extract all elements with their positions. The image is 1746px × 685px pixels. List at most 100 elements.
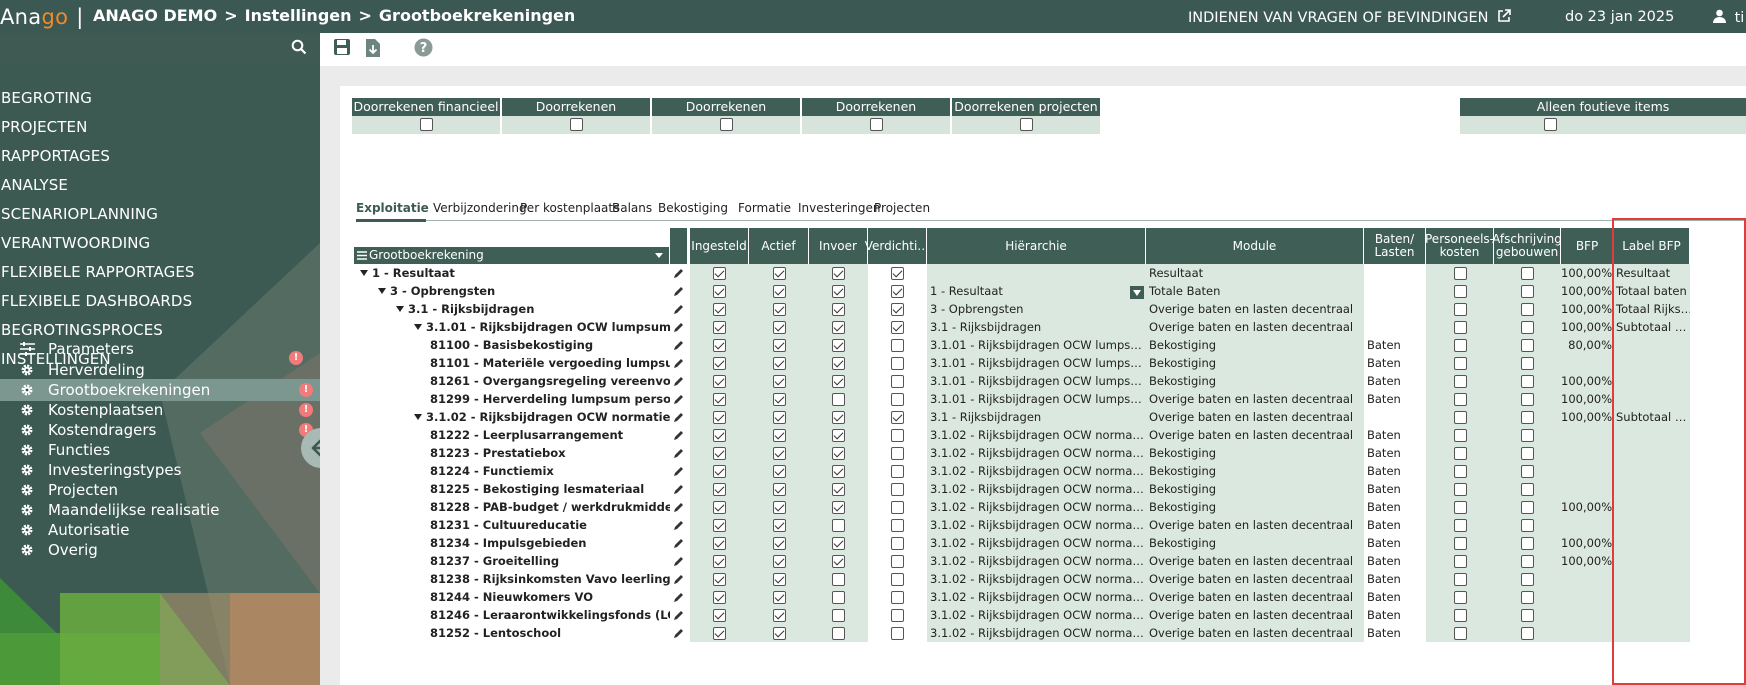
cell-hierarchie[interactable]: 3.1.02 - Rijksbijdragen OCW norma… <box>927 480 1146 498</box>
cell-label-bfp[interactable] <box>1614 354 1690 372</box>
cell-module[interactable]: Totale Baten <box>1146 282 1364 300</box>
edit-cell[interactable] <box>670 336 688 354</box>
checkbox-pk[interactable] <box>1453 392 1467 406</box>
checkbox-act[interactable] <box>772 464 786 478</box>
checkbox-ing[interactable] <box>713 572 726 586</box>
cell-baten-lasten[interactable] <box>1364 264 1426 282</box>
checkbox-ver[interactable] <box>891 302 904 316</box>
edit-icon[interactable] <box>673 285 685 297</box>
checkbox-af[interactable] <box>1521 356 1534 370</box>
column-personeelskosten[interactable]: Personeels-kosten <box>1425 228 1494 264</box>
cell-label-bfp[interactable] <box>1614 498 1690 516</box>
checkbox-inv[interactable] <box>832 302 845 316</box>
save-icon[interactable] <box>333 38 351 56</box>
table-row[interactable]: 81222 - Leerplusarrangement 3.1.02 - Rijk… <box>354 426 1746 444</box>
table-row[interactable]: 81237 - Groeitelling 3.1.02 - Rijksbijdra… <box>354 552 1746 570</box>
checkbox-act[interactable] <box>772 626 786 640</box>
account-name-cell[interactable]: 81246 - Leraarontwikkelingsfonds (LOF) <box>354 606 670 624</box>
cell-bfp[interactable] <box>1561 462 1614 480</box>
calc-option-checkbox[interactable] <box>720 118 733 131</box>
cell-baten-lasten[interactable]: Baten <box>1364 606 1426 624</box>
checkbox-pk[interactable] <box>1453 500 1467 514</box>
account-name-cell[interactable]: 81234 - Impulsgebieden <box>354 534 670 552</box>
table-row[interactable]: 3 - Opbrengsten 1 - Resultaat Totale Baten… <box>354 282 1746 300</box>
column-actief[interactable]: Actief <box>749 228 809 264</box>
cell-baten-lasten[interactable] <box>1364 318 1426 336</box>
table-row[interactable]: 81244 - Nieuwkomers VO 3.1.02 - Rijksbijd… <box>354 588 1746 606</box>
cell-bfp[interactable]: 100,00% <box>1561 372 1614 390</box>
only-errors-checkbox[interactable] <box>1544 118 1557 131</box>
checkbox-ver[interactable] <box>891 410 904 424</box>
edit-cell[interactable] <box>670 426 688 444</box>
edit-cell[interactable] <box>670 462 688 480</box>
account-name-cell[interactable]: 81299 - Herverdeling lumpsum personeel… <box>354 390 670 408</box>
table-row[interactable]: 81234 - Impulsgebieden 3.1.02 - Rijksbijd… <box>354 534 1746 552</box>
cell-baten-lasten[interactable]: Baten <box>1364 624 1426 642</box>
cell-baten-lasten[interactable]: Baten <box>1364 516 1426 534</box>
calc-option-checkbox[interactable] <box>420 118 433 131</box>
checkbox-inv[interactable] <box>832 266 845 280</box>
checkbox-af[interactable] <box>1521 320 1534 334</box>
cell-module[interactable]: Bekostiging <box>1146 498 1364 516</box>
table-row[interactable]: 81252 - Lentoschool 3.1.02 - Rijksbijdrag… <box>354 624 1746 642</box>
edit-icon[interactable] <box>673 537 685 549</box>
edit-cell[interactable] <box>670 480 688 498</box>
cell-bfp[interactable]: 100,00% <box>1561 318 1614 336</box>
checkbox-ver[interactable] <box>891 572 904 586</box>
checkbox-pk[interactable] <box>1453 608 1467 622</box>
checkbox-pk[interactable] <box>1453 374 1467 388</box>
cell-module[interactable]: Overige baten en lasten decentraal <box>1146 606 1364 624</box>
checkbox-af[interactable] <box>1521 590 1534 604</box>
account-name-cell[interactable]: 81238 - Rijksinkomsten Vavo leerlingen <box>354 570 670 588</box>
checkbox-pk[interactable] <box>1453 572 1467 586</box>
checkbox-af[interactable] <box>1521 338 1534 352</box>
edit-icon[interactable] <box>673 411 685 423</box>
cell-bfp[interactable] <box>1561 570 1614 588</box>
account-name-cell[interactable]: 1 - Resultaat <box>354 264 670 282</box>
cell-label-bfp[interactable] <box>1614 336 1690 354</box>
checkbox-af[interactable] <box>1521 446 1534 460</box>
checkbox-pk[interactable] <box>1453 482 1467 496</box>
table-row[interactable]: 3.1.02 - Rijksbijdragen OCW normatief 3.1… <box>354 408 1746 426</box>
checkbox-inv[interactable] <box>832 356 845 370</box>
checkbox-af[interactable] <box>1521 518 1534 532</box>
table-row[interactable]: 3.1 - Rijksbijdragen 3 - Opbrengsten Overi… <box>354 300 1746 318</box>
table-row[interactable]: 81299 - Herverdeling lumpsum personeel… 3… <box>354 390 1746 408</box>
submenu-item[interactable]: Autorisatie <box>0 519 320 541</box>
checkbox-act[interactable] <box>772 428 786 442</box>
checkbox-ver[interactable] <box>891 392 904 406</box>
cell-baten-lasten[interactable]: Baten <box>1364 336 1426 354</box>
checkbox-inv[interactable] <box>832 338 845 352</box>
account-name-cell[interactable]: 81237 - Groeitelling <box>354 552 670 570</box>
search-icon[interactable] <box>291 39 307 55</box>
cell-module[interactable]: Resultaat <box>1146 264 1364 282</box>
checkbox-ing[interactable] <box>713 410 726 424</box>
caret-down-icon[interactable] <box>655 253 663 258</box>
checkbox-inv[interactable] <box>832 626 845 640</box>
cell-baten-lasten[interactable]: Baten <box>1364 552 1426 570</box>
cell-bfp[interactable]: 100,00% <box>1561 300 1614 318</box>
edit-cell[interactable] <box>670 282 688 300</box>
edit-cell[interactable] <box>670 606 688 624</box>
cell-label-bfp[interactable]: Resultaat <box>1614 264 1690 282</box>
cell-baten-lasten[interactable]: Baten <box>1364 534 1426 552</box>
cell-hierarchie[interactable]: 3.1.02 - Rijksbijdragen OCW norma… <box>927 444 1146 462</box>
column-module[interactable]: Module <box>1146 228 1364 264</box>
checkbox-pk[interactable] <box>1453 320 1467 334</box>
checkbox-pk[interactable] <box>1453 266 1467 280</box>
checkbox-ing[interactable] <box>713 446 726 460</box>
cell-hierarchie[interactable]: 3.1.01 - Rijksbijdragen OCW lumps… <box>927 336 1146 354</box>
cell-hierarchie[interactable] <box>927 264 1146 282</box>
cell-hierarchie[interactable]: 3.1.02 - Rijksbijdragen OCW norma… <box>927 552 1146 570</box>
checkbox-af[interactable] <box>1521 266 1534 280</box>
edit-cell[interactable] <box>670 354 688 372</box>
cell-bfp[interactable] <box>1561 606 1614 624</box>
table-row[interactable]: 81231 - Cultuureducatie 3.1.02 - Rijksbij… <box>354 516 1746 534</box>
edit-icon[interactable] <box>673 447 685 459</box>
checkbox-act[interactable] <box>772 482 786 496</box>
cell-bfp[interactable] <box>1561 588 1614 606</box>
cell-module[interactable]: Bekostiging <box>1146 354 1364 372</box>
cell-label-bfp[interactable] <box>1614 444 1690 462</box>
checkbox-act[interactable] <box>772 320 786 334</box>
cell-baten-lasten[interactable]: Baten <box>1364 372 1426 390</box>
